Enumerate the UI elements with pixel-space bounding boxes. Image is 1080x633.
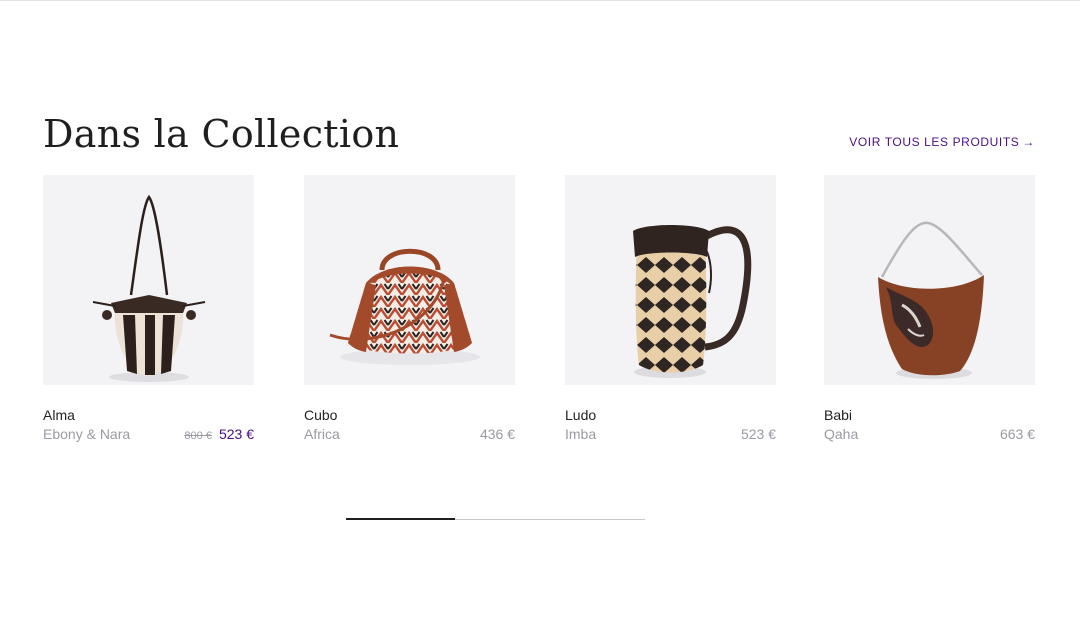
product-image[interactable] (824, 175, 1035, 385)
original-price: 800 € (184, 430, 212, 442)
product-variant: Ebony & Nara (43, 426, 131, 442)
product-price: 523 € (740, 426, 776, 442)
product-price: 800 € 523 € (184, 426, 254, 442)
sale-price: 523 € (218, 426, 254, 442)
product-price: 436 € (479, 426, 515, 442)
product-card-ludo[interactable]: Ludo Imba 523 € (565, 175, 776, 442)
section-title: Dans la Collection (43, 112, 400, 156)
product-image[interactable] (43, 175, 254, 385)
product-card-cubo[interactable]: Cubo Africa 436 € (304, 175, 515, 442)
product-name: Ludo (565, 407, 597, 423)
arrow-right-icon: → (1022, 135, 1035, 149)
woven-handbag-illustration (329, 248, 480, 365)
carousel-scroll-thumb[interactable] (346, 518, 456, 520)
top-divider (0, 0, 1080, 1)
product-card-alma[interactable]: Alma Ebony & Nara 800 € 523 € (43, 175, 254, 442)
product-card-babi[interactable]: Babi Qaha 663 € (824, 175, 1035, 442)
product-price: 663 € (999, 426, 1035, 442)
see-all-products-link[interactable]: VOIR TOUS LES PRODUITS → (849, 135, 1035, 149)
product-variant: Imba (565, 426, 597, 442)
bucket-bag-illustration (92, 194, 206, 382)
product-variant: Qaha (824, 426, 859, 442)
leather-tote-illustration (878, 221, 984, 379)
product-image[interactable] (304, 175, 515, 385)
product-name: Alma (43, 407, 75, 423)
product-variant: Africa (304, 426, 340, 442)
product-name: Cubo (304, 407, 338, 423)
raffia-backpack-illustration (633, 225, 752, 378)
product-name: Babi (824, 407, 853, 423)
carousel-scrollbar[interactable] (346, 518, 645, 520)
product-image[interactable] (565, 175, 776, 385)
see-all-label: VOIR TOUS LES PRODUITS (849, 135, 1020, 149)
